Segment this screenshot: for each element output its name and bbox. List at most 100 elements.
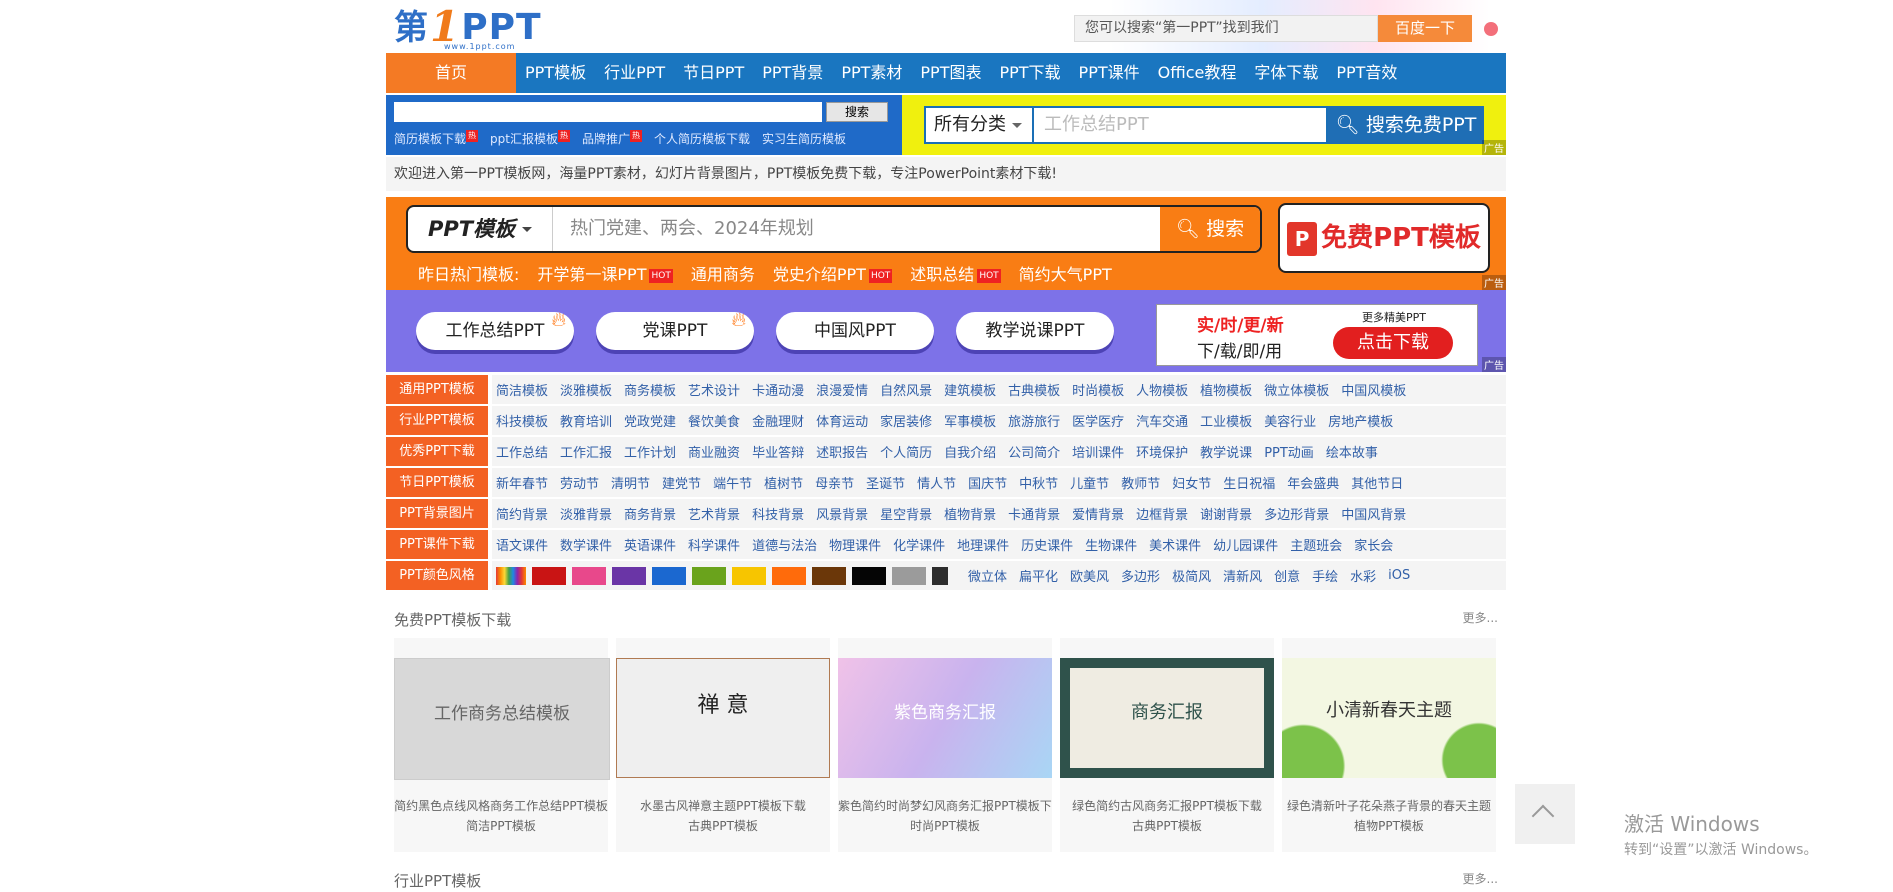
template-title[interactable]: 绿色简约古风商务汇报PPT模板下载 bbox=[1060, 796, 1274, 816]
nav-item-home[interactable]: 首页 bbox=[386, 53, 516, 93]
category-link[interactable]: 家居装修 bbox=[880, 411, 932, 430]
hot-template-link[interactable]: 通用商务 bbox=[691, 261, 755, 285]
template-card[interactable]: 紫色商务汇报紫色简约时尚梦幻风商务汇报PPT模板下载 时尚PPT模板 bbox=[838, 638, 1052, 852]
header-search-button[interactable]: 百度一下 bbox=[1378, 15, 1472, 42]
category-link[interactable]: 艺术设计 bbox=[688, 380, 740, 399]
nav-item-materials[interactable]: PPT素材 bbox=[832, 53, 911, 93]
category-link[interactable]: 工业模板 bbox=[1200, 411, 1252, 430]
style-link[interactable]: iOS bbox=[1388, 568, 1410, 583]
category-link[interactable]: 卡通动漫 bbox=[752, 380, 804, 399]
category-link[interactable]: 语文课件 bbox=[496, 535, 548, 554]
template-thumbnail[interactable]: 商务汇报 bbox=[1060, 658, 1274, 778]
category-link[interactable]: 美容行业 bbox=[1264, 411, 1316, 430]
category-link[interactable]: 商务背景 bbox=[624, 504, 676, 523]
pill-party-course[interactable]: 党课PPT 🔥︎ bbox=[596, 307, 754, 350]
category-link[interactable]: 中国风模板 bbox=[1341, 380, 1406, 399]
template-category-select[interactable]: PPT模板 bbox=[408, 207, 553, 251]
category-link[interactable]: 地理课件 bbox=[957, 535, 1009, 554]
style-link[interactable]: 极简风 bbox=[1172, 566, 1211, 585]
category-link[interactable]: 简洁模板 bbox=[496, 380, 548, 399]
orange-search-button[interactable]: 🔍︎ 搜索 bbox=[1160, 207, 1260, 251]
template-title[interactable]: 简约黑色点线风格商务工作总结PPT模板 bbox=[394, 796, 608, 816]
category-link[interactable]: 艺术背景 bbox=[688, 504, 740, 523]
color-swatch[interactable] bbox=[852, 566, 886, 585]
category-link[interactable]: PPT动画 bbox=[1264, 442, 1314, 461]
category-link[interactable]: 体育运动 bbox=[816, 411, 868, 430]
template-card[interactable]: 禅 意水墨古风禅意主题PPT模板下载 古典PPT模板 bbox=[616, 638, 830, 852]
category-link[interactable]: 其他节日 bbox=[1351, 473, 1403, 492]
category-link[interactable]: 生日祝福 bbox=[1223, 473, 1275, 492]
category-link[interactable]: 毕业答辩 bbox=[752, 442, 804, 461]
color-swatch[interactable] bbox=[772, 566, 806, 585]
category-link[interactable]: 自然风景 bbox=[880, 380, 932, 399]
nav-item-charts[interactable]: PPT图表 bbox=[911, 53, 990, 93]
category-link[interactable]: 植树节 bbox=[764, 473, 803, 492]
category-label[interactable]: PPT颜色风格 bbox=[386, 561, 488, 590]
style-link[interactable]: 微立体 bbox=[968, 566, 1007, 585]
color-swatch[interactable] bbox=[892, 566, 926, 585]
nav-item-holiday[interactable]: 节日PPT bbox=[674, 53, 753, 93]
category-link[interactable]: 妇女节 bbox=[1172, 473, 1211, 492]
category-link[interactable]: 风景背景 bbox=[816, 504, 868, 523]
category-link[interactable]: 教学说课 bbox=[1200, 442, 1252, 461]
more-link[interactable]: 更多... bbox=[1463, 870, 1498, 891]
category-label[interactable]: 行业PPT模板 bbox=[386, 406, 488, 435]
category-link[interactable]: 微立体模板 bbox=[1264, 380, 1329, 399]
style-link[interactable]: 水彩 bbox=[1350, 566, 1376, 585]
more-link[interactable]: 更多... bbox=[1463, 609, 1498, 630]
template-thumbnail[interactable]: 小清新春天主题 bbox=[1282, 658, 1496, 778]
category-link[interactable]: 餐饮美食 bbox=[688, 411, 740, 430]
category-link[interactable]: 道德与法治 bbox=[752, 535, 817, 554]
style-link[interactable]: 手绘 bbox=[1312, 566, 1338, 585]
color-swatch[interactable] bbox=[732, 566, 766, 585]
pill-chinese-style[interactable]: 中国风PPT bbox=[776, 312, 934, 350]
category-label[interactable]: 节日PPT模板 bbox=[386, 468, 488, 497]
hot-template-link[interactable]: 开学第一课PPT HOT bbox=[537, 261, 673, 285]
back-to-top-button[interactable] bbox=[1515, 784, 1575, 844]
category-link[interactable]: 劳动节 bbox=[560, 473, 599, 492]
template-title[interactable]: 紫色简约时尚梦幻风商务汇报PPT模板下载 bbox=[838, 796, 1052, 816]
template-category[interactable]: 时尚PPT模板 bbox=[838, 816, 1052, 836]
category-link[interactable]: 数学课件 bbox=[560, 535, 612, 554]
nav-item-background[interactable]: PPT背景 bbox=[753, 53, 832, 93]
site-logo[interactable]: 第 1 PPT www.1ppt.com bbox=[394, 6, 542, 52]
category-link[interactable]: 个人简历 bbox=[880, 442, 932, 461]
category-link[interactable]: 建筑模板 bbox=[944, 380, 996, 399]
template-category[interactable]: 简洁PPT模板 bbox=[394, 816, 608, 836]
template-thumbnail[interactable]: 紫色商务汇报 bbox=[838, 658, 1052, 778]
category-link[interactable]: 人物模板 bbox=[1136, 380, 1188, 399]
nav-item-download[interactable]: PPT下载 bbox=[990, 53, 1069, 93]
category-link[interactable]: 物理课件 bbox=[829, 535, 881, 554]
category-link[interactable]: 金融理财 bbox=[752, 411, 804, 430]
style-link[interactable]: 扁平化 bbox=[1019, 566, 1058, 585]
category-link[interactable]: 工作计划 bbox=[624, 442, 676, 461]
blue-search-button[interactable]: 搜索 bbox=[826, 102, 888, 122]
category-link[interactable]: 植物模板 bbox=[1200, 380, 1252, 399]
category-link[interactable]: 房地产模板 bbox=[1328, 411, 1393, 430]
color-swatch[interactable] bbox=[652, 566, 686, 585]
category-link[interactable]: 科技模板 bbox=[496, 411, 548, 430]
category-link[interactable]: 边框背景 bbox=[1136, 504, 1188, 523]
hot-template-link[interactable]: 简约大气PPT bbox=[1019, 261, 1112, 285]
ad-link[interactable]: 简历模板下载热 bbox=[394, 130, 479, 147]
nav-item-office[interactable]: Office教程 bbox=[1149, 53, 1246, 93]
search-free-ppt-button[interactable]: 🔍︎ 搜索免费PPT bbox=[1328, 106, 1484, 144]
category-label[interactable]: PPT背景图片 bbox=[386, 499, 488, 528]
template-card[interactable]: 小清新春天主题 绿色清新叶子花朵燕子背景的春天主题 植物PPT模板 bbox=[1282, 638, 1496, 852]
ad-link[interactable]: ppt汇报模板热 bbox=[490, 130, 570, 147]
nav-item-industry[interactable]: 行业PPT bbox=[595, 53, 674, 93]
category-link[interactable]: 淡雅背景 bbox=[560, 504, 612, 523]
yellow-search-input[interactable]: 工作总结PPT bbox=[1032, 106, 1328, 144]
category-link[interactable]: 清明节 bbox=[611, 473, 650, 492]
template-title[interactable]: 水墨古风禅意主题PPT模板下载 bbox=[616, 796, 830, 816]
category-link[interactable]: 化学课件 bbox=[893, 535, 945, 554]
template-card[interactable]: 商务汇报 绿色简约古风商务汇报PPT模板下载 古典PPT模板 bbox=[1060, 638, 1274, 852]
free-ppt-template-button[interactable]: P 免费PPT模板 bbox=[1278, 203, 1490, 273]
category-link[interactable]: 历史课件 bbox=[1021, 535, 1073, 554]
color-swatch[interactable] bbox=[812, 566, 846, 585]
style-link[interactable]: 清新风 bbox=[1223, 566, 1262, 585]
category-label[interactable]: 通用PPT模板 bbox=[386, 375, 488, 404]
category-link[interactable]: 端午节 bbox=[713, 473, 752, 492]
category-link[interactable]: 古典模板 bbox=[1008, 380, 1060, 399]
style-link[interactable]: 创意 bbox=[1274, 566, 1300, 585]
